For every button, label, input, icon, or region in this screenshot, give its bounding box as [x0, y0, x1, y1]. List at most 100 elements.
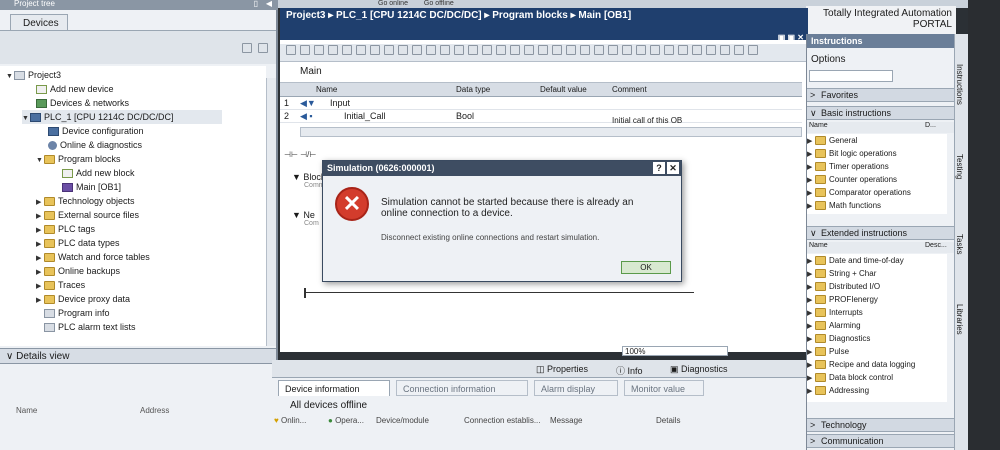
expand-arrow-icon[interactable]: >	[810, 89, 815, 102]
toolbar-button[interactable]	[468, 44, 478, 55]
list-item[interactable]: ▶ Distributed I/O	[807, 280, 880, 293]
list-item[interactable]: ▶ Counter operations	[807, 173, 897, 186]
tree-item-plc-data-types[interactable]: ▶ PLC data types	[36, 236, 120, 250]
list-item[interactable]: ▶ Bit logic operations	[807, 147, 897, 160]
list-item[interactable]: ▶ Math functions	[807, 199, 881, 212]
tab-monitor-value[interactable]: Monitor value	[624, 380, 704, 396]
list-item[interactable]: ▶ Diagnostics	[807, 332, 870, 345]
tree-item-program-info[interactable]: Program info	[44, 306, 110, 320]
tab-info[interactable]: ⓘ Info	[616, 364, 643, 377]
tree-item-plc-alarm-text-lists[interactable]: PLC alarm text lists	[44, 320, 136, 334]
toolbar-button[interactable]	[370, 44, 380, 55]
expand-arrow-icon[interactable]: ▶	[807, 200, 815, 213]
collapse-arrow-icon[interactable]: ▼	[292, 210, 303, 220]
tree-item-devices-networks[interactable]: Devices & networks	[36, 96, 129, 110]
expand-arrow-icon[interactable]: >	[810, 419, 815, 432]
side-tab-instructions[interactable]: Instructions	[955, 64, 964, 134]
toolbar-button[interactable]	[538, 44, 548, 55]
toolbar-button[interactable]	[650, 44, 660, 55]
expand-arrow-icon[interactable]: ▼	[22, 112, 30, 126]
zoom-select[interactable]: 100%	[622, 346, 728, 356]
tree-item-add-new-device[interactable]: Add new device	[36, 82, 114, 96]
go-offline-button[interactable]: Go offline	[424, 0, 454, 7]
tree-item-external-source-files[interactable]: ▶ External source files	[36, 208, 139, 222]
toolbar-button[interactable]	[286, 44, 296, 55]
list-item[interactable]: ▶ Date and time-of-day	[807, 254, 904, 267]
tab-device-information[interactable]: Device information	[278, 380, 390, 396]
tab-alarm-display[interactable]: Alarm display	[534, 380, 618, 396]
breadcrumb-main-ob1[interactable]: Main [OB1]	[578, 10, 631, 21]
list-item[interactable]: ▶ Data block control	[807, 371, 893, 384]
options-dropdown[interactable]	[809, 70, 893, 82]
tree-item-device-proxy-data[interactable]: ▶ Device proxy data	[36, 292, 130, 306]
tree-item-plc-tags[interactable]: ▶ PLC tags	[36, 222, 95, 236]
toolbar-button[interactable]	[692, 44, 702, 55]
side-tab-testing[interactable]: Testing	[955, 154, 964, 214]
list-item[interactable]: ▶ Comparator operations	[807, 186, 911, 199]
expand-arrow-icon[interactable]: ▼	[6, 70, 14, 84]
toolbar-button[interactable]	[482, 44, 492, 55]
toolbar-button[interactable]	[552, 44, 562, 55]
basic-instructions-section[interactable]: ∨ Basic instructions	[807, 106, 955, 120]
expand-arrow-icon[interactable]: ▼	[36, 154, 44, 168]
toolbar-button[interactable]	[496, 44, 506, 55]
tree-item-online-diagnostics[interactable]: Online & diagnostics	[48, 138, 142, 152]
list-item[interactable]: ▶ Interrupts	[807, 306, 863, 319]
toolbar-button[interactable]	[664, 44, 674, 55]
list-item[interactable]: ▶ PROFIenergy	[807, 293, 878, 306]
breadcrumb-plc[interactable]: PLC_1 [CPU 1214C DC/DC/DC]	[336, 10, 482, 21]
tree-scrollbar[interactable]	[266, 78, 276, 346]
toolbar-button[interactable]	[706, 44, 716, 55]
breadcrumb-project[interactable]: Project3	[286, 10, 325, 21]
toolbar-button[interactable]	[734, 44, 744, 55]
collapse-left-icon[interactable]: ◀	[266, 0, 272, 8]
table-hscrollbar[interactable]	[300, 127, 802, 137]
close-icon[interactable]: ✕	[667, 162, 679, 174]
toolbar-button[interactable]	[622, 44, 632, 55]
tab-properties[interactable]: ◫ Properties	[536, 364, 588, 375]
extended-instructions-section[interactable]: ∨ Extended instructions	[807, 226, 955, 240]
side-tab-tasks[interactable]: Tasks	[955, 234, 964, 284]
toolbar-button[interactable]	[608, 44, 618, 55]
go-online-button[interactable]: Go online	[378, 0, 408, 7]
expand-arrow-icon[interactable]: ▶	[36, 294, 44, 308]
tree-view-icon[interactable]	[242, 43, 252, 53]
toolbar-button[interactable]	[426, 44, 436, 55]
list-item[interactable]: ▶ Timer operations	[807, 160, 889, 173]
tree-item-watch-force-tables[interactable]: ▶ Watch and force tables	[36, 250, 150, 264]
tab-connection-information[interactable]: Connection information	[396, 380, 528, 396]
tree-add-icon[interactable]	[258, 43, 268, 53]
tree-item-program-blocks[interactable]: ▼ Program blocks	[36, 152, 121, 166]
breadcrumb-program-blocks[interactable]: Program blocks	[492, 10, 568, 21]
side-tab-libraries[interactable]: Libraries	[955, 304, 964, 364]
tree-item-technology-objects[interactable]: ▶ Technology objects	[36, 194, 135, 208]
toolbar-button[interactable]	[328, 44, 338, 55]
list-item[interactable]: ▶ Pulse	[807, 345, 849, 358]
toolbar-button[interactable]	[412, 44, 422, 55]
tab-diagnostics[interactable]: ▣ Diagnostics	[670, 364, 728, 375]
list-item[interactable]: ▶ Addressing	[807, 384, 869, 397]
toolbar-button[interactable]	[510, 44, 520, 55]
tree-item-main-ob1[interactable]: Main [OB1]	[62, 180, 121, 194]
technology-section[interactable]: > Technology	[807, 418, 955, 432]
toolbar-button[interactable]	[594, 44, 604, 55]
toolbar-button[interactable]	[454, 44, 464, 55]
toolbar-button[interactable]	[356, 44, 366, 55]
table-row[interactable]: 1 ◀▼ Input	[280, 97, 802, 110]
toolbar-button[interactable]	[678, 44, 688, 55]
ladder-rung[interactable]	[304, 288, 694, 298]
communication-section[interactable]: > Communication	[807, 434, 955, 448]
toolbar-button[interactable]	[384, 44, 394, 55]
expand-arrow-icon[interactable]: >	[810, 435, 815, 448]
help-icon[interactable]: ?	[653, 162, 665, 174]
toolbar-button[interactable]	[440, 44, 450, 55]
favorites-section[interactable]: > Favorites	[807, 88, 955, 102]
devices-tab[interactable]: Devices	[10, 14, 68, 30]
pin-icon[interactable]: ▯	[254, 0, 258, 8]
details-view-header[interactable]: ∨ Details view	[0, 348, 276, 364]
expand-arrow-icon[interactable]: ▶	[807, 385, 815, 398]
collapse-arrow-icon[interactable]: ∨	[810, 227, 817, 240]
toolbar-button[interactable]	[314, 44, 324, 55]
toolbar-button[interactable]	[580, 44, 590, 55]
collapse-arrow-icon[interactable]: ∨	[810, 107, 817, 120]
